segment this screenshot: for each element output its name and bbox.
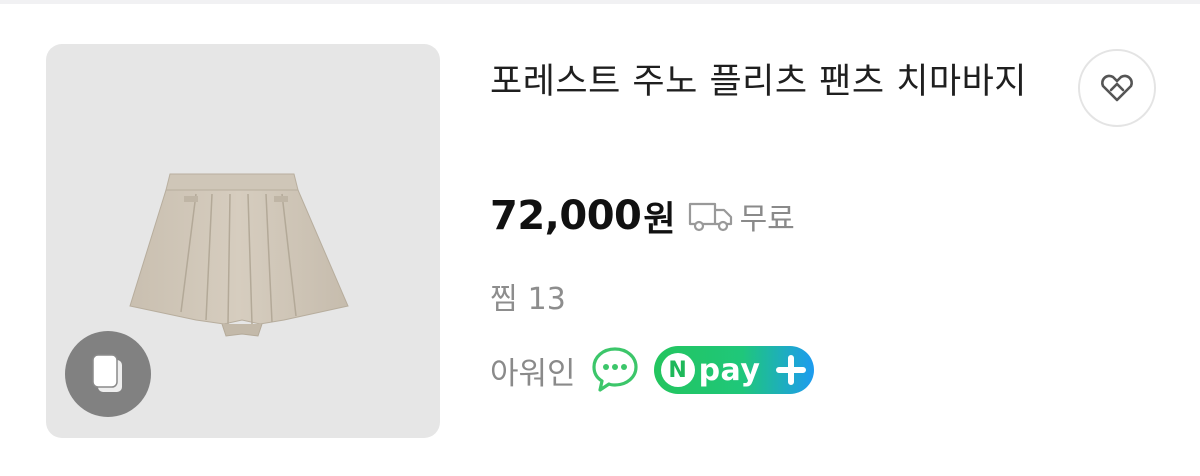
talk-bubble-icon (591, 347, 638, 392)
talk-button[interactable] (590, 345, 640, 395)
likes-value: 13 (527, 282, 566, 317)
price-unit: 원 (643, 199, 676, 240)
shipping-label: 무료 (739, 202, 795, 237)
multi-image-icon (92, 354, 122, 392)
top-divider (0, 0, 1200, 4)
product-thumbnail[interactable] (46, 44, 440, 438)
price-row: 72,000 원 무료 (490, 190, 795, 242)
plus-icon (775, 355, 806, 385)
npay-badge: N pay (653, 346, 814, 394)
shipping-info: 무료 (688, 194, 795, 238)
seller-name[interactable]: 아워인 (490, 348, 576, 393)
product-title[interactable]: 포레스트 주노 플리츠 팬츠 치마바지 (490, 55, 1050, 109)
price-value: 72,000 (490, 193, 642, 239)
multi-image-badge (65, 331, 151, 417)
npay-n-mark: N (660, 353, 695, 387)
delivery-truck-icon (688, 202, 732, 232)
favorite-button[interactable] (1078, 49, 1156, 127)
heart-tag-icon (1101, 74, 1133, 102)
seller-row: 아워인 N pay (490, 342, 814, 398)
npay-text: pay (698, 352, 761, 388)
likes-count: 찜 13 (490, 274, 566, 318)
likes-label: 찜 (490, 282, 518, 317)
